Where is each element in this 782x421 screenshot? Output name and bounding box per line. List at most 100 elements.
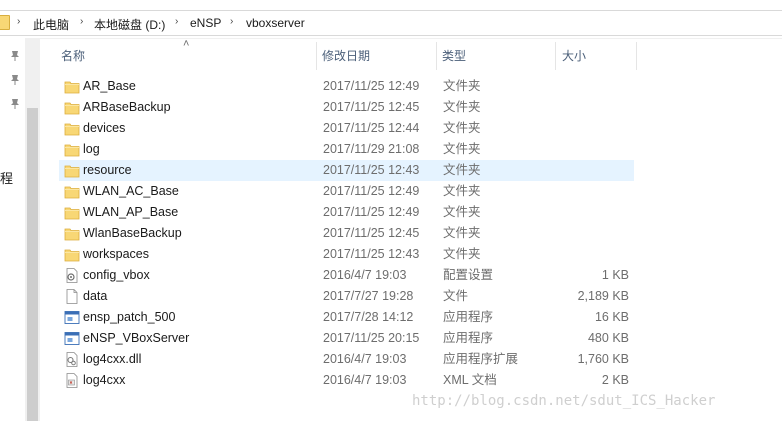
folder-row[interactable]: WLAN_AP_Base 2017/11/25 12:49 文件夹	[59, 202, 634, 223]
folder-icon	[64, 226, 80, 241]
folder-icon	[64, 100, 80, 115]
application-icon	[64, 310, 80, 325]
column-header-size[interactable]: 大小	[558, 42, 636, 70]
file-size	[549, 76, 629, 97]
folder-icon	[64, 121, 80, 136]
column-header-size-label: 大小	[562, 49, 587, 63]
column-divider[interactable]	[636, 42, 637, 70]
file-size	[549, 160, 629, 181]
file-row[interactable]: eNSP_VBoxServer 2017/11/25 20:15 应用程序 480 K…	[59, 328, 634, 349]
file-date: 2016/4/7 19:03	[323, 268, 407, 282]
file-date: 2017/11/25 12:43	[323, 247, 420, 261]
file-size: 2,189 KB	[577, 289, 629, 303]
chevron-right-icon[interactable]: ›	[17, 16, 20, 27]
file-type: XML 文档	[443, 373, 497, 387]
file-row[interactable]: log4cxx.dll 2016/4/7 19:03 应用程序扩展 1,760 KB	[59, 349, 634, 370]
folder-row[interactable]: AR_Base 2017/11/25 12:49 文件夹	[59, 76, 634, 97]
chevron-right-icon[interactable]: ›	[80, 16, 83, 27]
file-name: WlanBaseBackup	[83, 226, 182, 240]
watermark: http://blog.csdn.net/sdut_ICS_Hacker	[412, 393, 716, 409]
file-name: WLAN_AC_Base	[83, 184, 179, 198]
file-type: 文件夹	[443, 100, 481, 114]
file-type: 文件夹	[443, 247, 481, 261]
folder-row[interactable]: log 2017/11/29 21:08 文件夹	[59, 139, 634, 160]
file-name: ensp_patch_500	[83, 310, 176, 324]
application-icon	[64, 331, 80, 346]
file-type: 文件夹	[443, 226, 481, 240]
chevron-right-icon[interactable]: ›	[230, 16, 233, 27]
file-size	[549, 118, 629, 139]
file-row[interactable]: config_vbox 2016/4/7 19:03 配置设置 1 KB	[59, 265, 634, 286]
xml-file-icon	[64, 373, 80, 388]
file-row[interactable]: ensp_patch_500 2017/7/28 14:12 应用程序 16 KB	[59, 307, 634, 328]
breadcrumb-vboxserver[interactable]: vboxserver	[246, 16, 305, 30]
file-date: 2017/11/25 12:45	[323, 100, 420, 114]
pin-icon[interactable]	[9, 50, 21, 62]
file-name: devices	[83, 121, 126, 135]
column-divider[interactable]	[316, 42, 317, 70]
column-header-name-label: 名称	[61, 49, 86, 63]
file-type: 文件	[443, 289, 469, 303]
file-type: 应用程序	[443, 310, 494, 324]
folder-row[interactable]: resource 2017/11/25 12:43 文件夹	[59, 160, 634, 181]
file-size: 1,760 KB	[577, 352, 629, 366]
folder-icon	[64, 79, 80, 94]
address-bar[interactable]: › 此电脑 › 本地磁盘 (D:) › eNSP › vboxserver	[0, 0, 782, 39]
file-type: 文件夹	[443, 142, 481, 156]
file-row[interactable]: data 2017/7/27 19:28 文件 2,189 KB	[59, 286, 634, 307]
file-date: 2017/11/25 12:49	[323, 79, 420, 93]
column-divider[interactable]	[555, 42, 556, 70]
file-icon	[64, 289, 80, 304]
folder-icon	[64, 247, 80, 262]
file-name: config_vbox	[83, 268, 150, 282]
column-header-date-label: 修改日期	[322, 49, 371, 63]
file-size	[549, 139, 629, 160]
file-size: 1 KB	[601, 268, 629, 282]
folder-row[interactable]: WLAN_AC_Base 2017/11/25 12:49 文件夹	[59, 181, 634, 202]
file-date: 2017/7/28 14:12	[323, 310, 414, 324]
file-size: 480 KB	[587, 331, 629, 345]
file-size: 16 KB	[594, 310, 629, 324]
file-size	[549, 244, 629, 265]
column-header-name[interactable]: 名称	[57, 42, 315, 70]
folder-row[interactable]: devices 2017/11/25 12:44 文件夹	[59, 118, 634, 139]
file-size: 2 KB	[601, 373, 629, 387]
file-name: AR_Base	[83, 79, 136, 93]
folder-icon	[64, 184, 80, 199]
file-name: workspaces	[83, 247, 149, 261]
file-date: 2016/4/7 19:03	[323, 373, 407, 387]
file-type: 应用程序扩展	[443, 352, 519, 366]
file-type: 文件夹	[443, 121, 481, 135]
folder-icon	[64, 163, 80, 178]
breadcrumb-local-disk[interactable]: 本地磁盘 (D:)	[94, 16, 165, 33]
file-type: 配置设置	[443, 268, 494, 282]
nav-item-label[interactable]: 程	[0, 168, 13, 187]
breadcrumb-this-pc[interactable]: 此电脑	[33, 16, 69, 33]
file-date: 2017/11/25 20:15	[323, 331, 420, 345]
file-name: WLAN_AP_Base	[83, 205, 179, 219]
pin-icon[interactable]	[9, 74, 21, 86]
file-size	[549, 202, 629, 223]
folder-row[interactable]: ARBaseBackup 2017/11/25 12:45 文件夹	[59, 97, 634, 118]
column-header-date[interactable]: 修改日期	[318, 42, 436, 70]
nav-scrollbar-thumb[interactable]	[27, 108, 38, 421]
column-header-type-label: 类型	[442, 49, 467, 63]
breadcrumb-ensp[interactable]: eNSP	[190, 16, 221, 30]
file-row[interactable]: log4cxx 2016/4/7 19:03 XML 文档 2 KB	[59, 370, 634, 391]
folder-icon	[0, 15, 10, 30]
pin-icon[interactable]	[9, 98, 21, 110]
file-type: 文件夹	[443, 205, 481, 219]
file-size	[549, 97, 629, 118]
file-date: 2017/7/27 19:28	[323, 289, 414, 303]
folder-row[interactable]: workspaces 2017/11/25 12:43 文件夹	[59, 244, 634, 265]
chevron-right-icon[interactable]: ›	[175, 16, 178, 27]
dll-file-icon	[64, 352, 80, 367]
column-divider[interactable]	[436, 42, 437, 70]
column-header-type[interactable]: 类型	[438, 42, 555, 70]
folder-row[interactable]: WlanBaseBackup 2017/11/25 12:45 文件夹	[59, 223, 634, 244]
config-file-icon	[64, 268, 80, 283]
file-date: 2017/11/25 12:43	[323, 163, 420, 177]
file-name: log	[83, 142, 100, 156]
file-name: log4cxx	[83, 373, 126, 387]
file-size	[549, 223, 629, 244]
